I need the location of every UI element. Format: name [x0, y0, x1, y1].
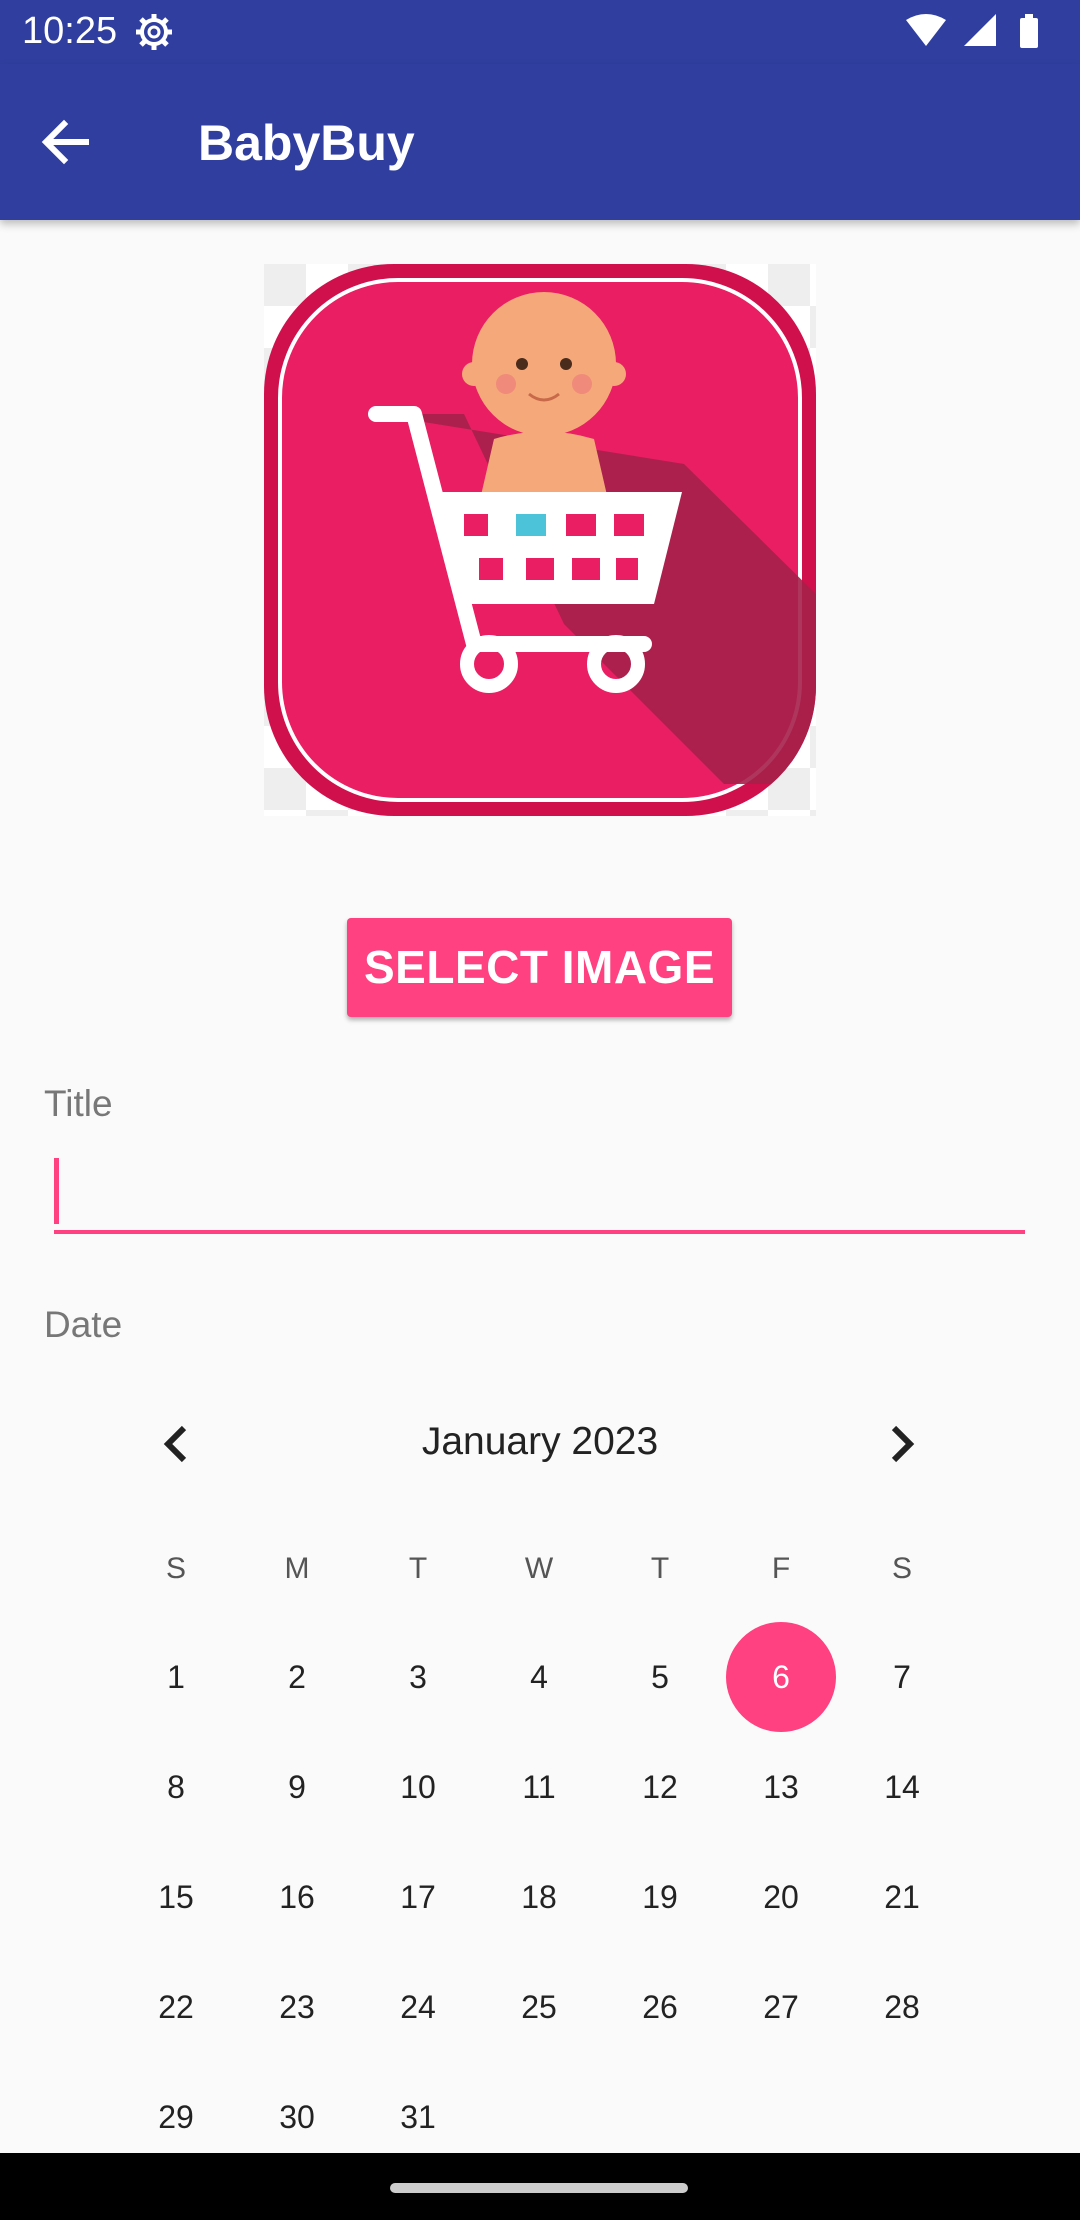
weekday-header: T [650, 1552, 670, 1585]
status-time: 10:25 [22, 10, 118, 52]
calendar-day-label: 10 [400, 1769, 436, 1805]
calendar-day-label: 3 [409, 1659, 427, 1695]
calendar-day-label: 25 [521, 1989, 557, 2025]
home-gesture-handle[interactable] [390, 2183, 688, 2193]
calendar-day-label: 8 [167, 1769, 185, 1805]
weekday-header: T [408, 1552, 428, 1585]
calendar-day-label: 17 [400, 1879, 436, 1915]
calendar-day-label: 5 [651, 1659, 669, 1695]
calendar-day[interactable]: 1 [121, 1622, 231, 1732]
calendar-day-label: 6 [772, 1659, 790, 1695]
text-cursor [54, 1158, 59, 1224]
calendar-day-label: 16 [279, 1879, 315, 1915]
calendar-day-label: 14 [884, 1769, 920, 1805]
weekday-header: M [284, 1552, 310, 1585]
date-label: Date [44, 1304, 123, 1345]
settings-gear-icon [136, 14, 172, 50]
calendar-day-label: 30 [279, 2099, 315, 2135]
calendar-day-label: 7 [893, 1659, 911, 1695]
calendar-day[interactable]: 11 [484, 1732, 594, 1842]
baby-head-icon [472, 292, 616, 436]
calendar-day[interactable]: 3 [363, 1622, 473, 1732]
weekday-header: S [165, 1552, 186, 1585]
calendar-day-label: 31 [400, 2099, 436, 2135]
status-bar: 10:25 [0, 0, 1080, 64]
calendar-day[interactable]: 16 [242, 1842, 352, 1952]
calendar-day-label: 18 [521, 1879, 557, 1915]
calendar-day-label: 2 [288, 1659, 306, 1695]
calendar-day[interactable]: 18 [484, 1842, 594, 1952]
battery-icon [1020, 18, 1038, 48]
calendar-day-label: 24 [400, 1989, 436, 2025]
calendar-day[interactable]: 23 [242, 1952, 352, 2062]
back-arrow-icon[interactable] [34, 110, 98, 174]
calendar-day-label: 1 [167, 1659, 185, 1695]
calendar-day[interactable]: 10 [363, 1732, 473, 1842]
calendar-day-label: 23 [279, 1989, 315, 2025]
calendar-day-label: 11 [522, 1769, 556, 1805]
title-input[interactable] [54, 1158, 1025, 1234]
weekday-header: S [891, 1552, 912, 1585]
calendar-day-label: 29 [158, 2099, 194, 2135]
calendar-month-label: January 2023 [421, 1420, 659, 1463]
calendar-day-label: 12 [642, 1769, 678, 1805]
calendar-day[interactable]: 4 [484, 1622, 594, 1732]
select-image-button[interactable]: SELECT IMAGE [347, 918, 732, 1017]
calendar-day[interactable]: 7 [847, 1622, 957, 1732]
calendar-day-label: 21 [884, 1879, 920, 1915]
system-status-icons [906, 14, 1038, 48]
calendar-day[interactable]: 15 [121, 1842, 231, 1952]
next-month-icon[interactable] [872, 1414, 932, 1474]
calendar-day-label: 28 [884, 1989, 920, 2025]
calendar-day[interactable]: 14 [847, 1732, 957, 1842]
system-navigation-bar [0, 2153, 1080, 2220]
calendar-day-label: 15 [158, 1879, 194, 1915]
product-image [264, 264, 816, 816]
calendar-day[interactable]: 5 [605, 1622, 715, 1732]
calendar-day-label: 26 [642, 1989, 678, 2025]
calendar-day[interactable]: 25 [484, 1952, 594, 2062]
calendar-day-label: 4 [530, 1659, 548, 1695]
calendar-day[interactable]: 19 [605, 1842, 715, 1952]
calendar-day[interactable]: 24 [363, 1952, 473, 2062]
weekday-header: F [771, 1552, 791, 1585]
title-label: Title [44, 1083, 113, 1124]
calendar-day[interactable]: 20 [726, 1842, 836, 1952]
calendar-day[interactable]: 2 [242, 1622, 352, 1732]
cell-signal-icon [964, 14, 996, 46]
calendar-day-label: 27 [763, 1989, 799, 2025]
app-title: BabyBuy [198, 115, 415, 171]
calendar-day[interactable]: 13 [726, 1732, 836, 1842]
previous-month-icon[interactable] [146, 1414, 206, 1474]
calendar-day[interactable]: 9 [242, 1732, 352, 1842]
weekday-header: W [524, 1552, 554, 1585]
calendar-day-selected[interactable]: 6 [726, 1622, 836, 1732]
calendar-day[interactable]: 28 [847, 1952, 957, 2062]
calendar-day[interactable]: 26 [605, 1952, 715, 2062]
app-bar: BabyBuy [0, 64, 1080, 220]
calendar-day[interactable]: 27 [726, 1952, 836, 2062]
calendar-day-label: 9 [288, 1769, 306, 1805]
calendar-day-label: 13 [763, 1769, 799, 1805]
wifi-icon [906, 14, 946, 46]
calendar-day[interactable]: 12 [605, 1732, 715, 1842]
calendar-day-label: 22 [158, 1989, 194, 2025]
calendar-day[interactable]: 17 [363, 1842, 473, 1952]
calendar-day[interactable]: 21 [847, 1842, 957, 1952]
calendar-day-label: 20 [763, 1879, 799, 1915]
calendar-day-label: 19 [642, 1879, 678, 1915]
calendar-day[interactable]: 8 [121, 1732, 231, 1842]
calendar-day[interactable]: 22 [121, 1952, 231, 2062]
